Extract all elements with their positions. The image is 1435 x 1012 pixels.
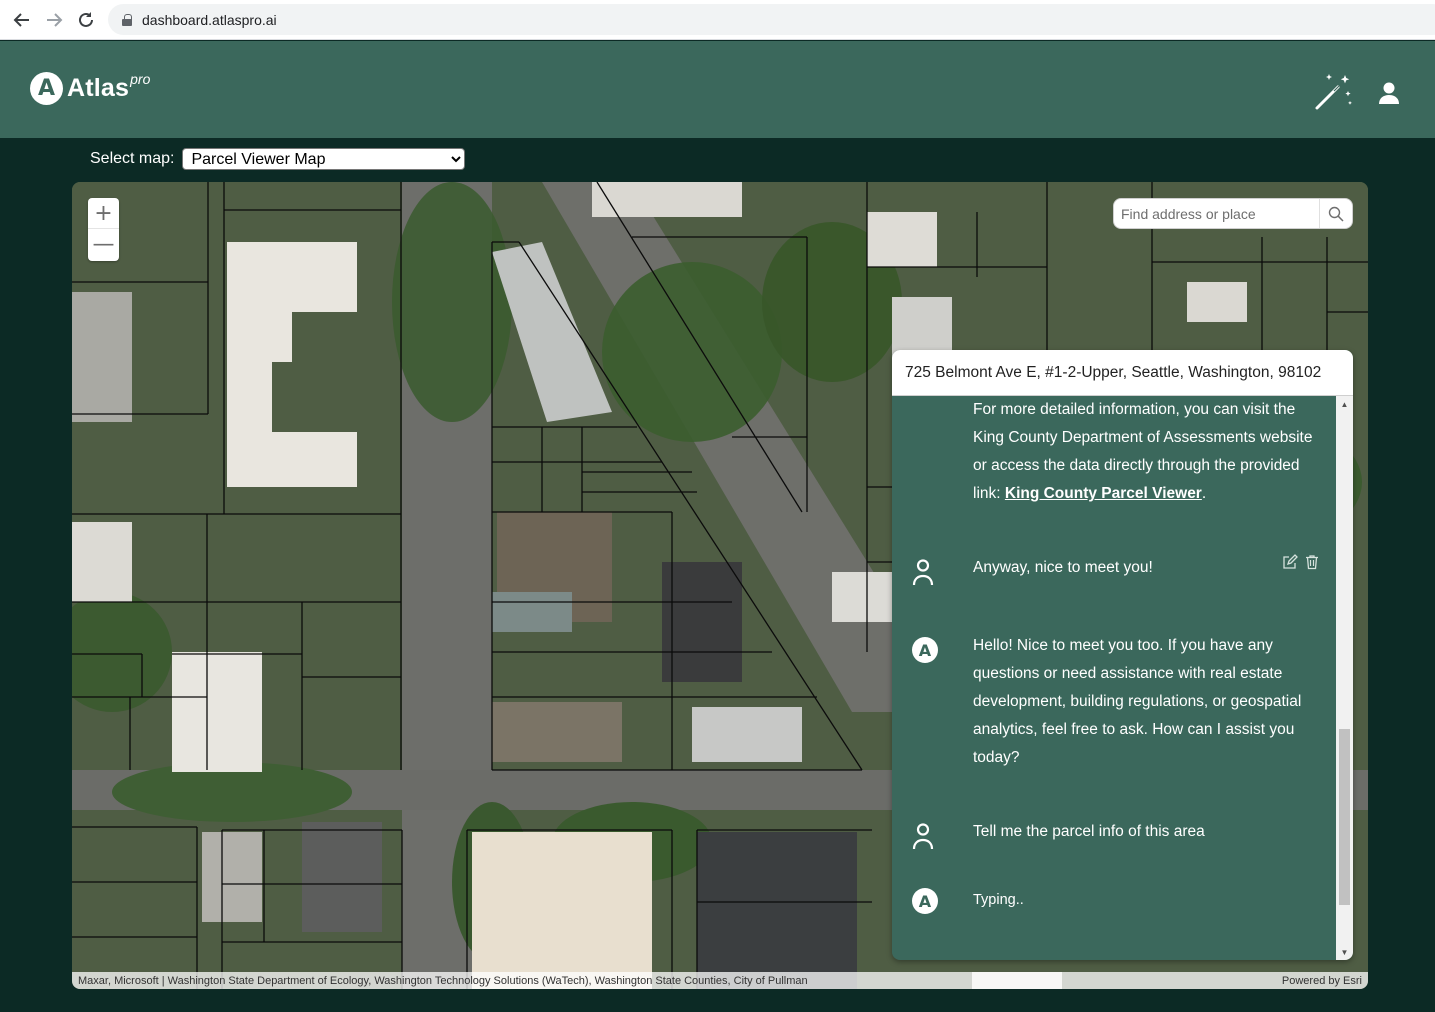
chat-panel-title: 725 Belmont Ave E, #1-2-Upper, Seattle, … (892, 350, 1353, 396)
user-avatar-icon (912, 558, 934, 586)
bot-avatar-icon: A (912, 888, 938, 914)
chat-message-assistant: A Typing.. (892, 886, 1336, 926)
message-suffix: . (1201, 485, 1207, 502)
zoom-in-button[interactable]: + (88, 198, 119, 229)
lock-icon (122, 13, 132, 26)
user-avatar-icon (912, 822, 934, 850)
map-select-dropdown[interactable]: Parcel Viewer Map (182, 148, 466, 170)
bot-avatar-icon: A (912, 637, 938, 663)
logo-superscript: pro (130, 70, 151, 87)
logo-text: Atlas (67, 74, 130, 102)
search-icon[interactable] (1319, 199, 1351, 228)
url-text: dashboard.atlaspro.ai (142, 11, 277, 28)
typing-indicator: Typing.. (973, 892, 1024, 908)
select-map-label: Select map: (90, 150, 175, 167)
logo[interactable]: A Atlas pro (30, 70, 151, 105)
magic-wand-icon[interactable] (1312, 71, 1354, 113)
message-text: Anyway, nice to meet you! (973, 559, 1153, 576)
map-search (1113, 198, 1353, 229)
app-header: A Atlas pro (0, 41, 1435, 138)
message-text: Hello! Nice to meet you too. If you have… (973, 637, 1302, 766)
scroll-thumb[interactable] (1339, 729, 1350, 905)
message-text: Tell me the parcel info of this area (973, 823, 1205, 840)
back-arrow-icon[interactable] (10, 8, 34, 32)
trash-icon[interactable] (1304, 554, 1320, 575)
reload-icon[interactable] (74, 8, 98, 32)
browser-toolbar: dashboard.atlaspro.ai (0, 0, 1435, 40)
message-actions (1282, 554, 1320, 575)
chat-message-user: Anyway, nice to meet you! (892, 554, 1336, 594)
king-county-link[interactable]: King County Parcel Viewer (1005, 485, 1202, 502)
address-bar[interactable]: dashboard.atlaspro.ai (108, 4, 1435, 35)
edit-icon[interactable] (1282, 554, 1298, 575)
map-selector: Select map: Parcel Viewer Map (90, 148, 466, 170)
chat-message-assistant: A Hello! Nice to meet you too. If you ha… (892, 632, 1336, 782)
scroll-down-arrow-icon[interactable]: ▼ (1336, 944, 1353, 960)
chat-scrollbar[interactable]: ▲ ▼ (1336, 396, 1353, 960)
powered-by-esri[interactable]: Powered by Esri (1282, 975, 1362, 987)
forward-arrow-icon[interactable] (42, 8, 66, 32)
attribution-text[interactable]: Maxar, Microsoft | Washington State Depa… (78, 975, 808, 987)
logo-mark-icon: A (30, 72, 63, 105)
zoom-out-button[interactable]: — (88, 229, 119, 260)
message-text: For more detailed information, you can v… (973, 396, 1313, 508)
chat-message-user: Tell me the parcel info of this area (892, 818, 1336, 858)
chat-message-list[interactable]: For more detailed information, you can v… (892, 396, 1336, 960)
search-input[interactable] (1114, 199, 1319, 228)
scroll-up-arrow-icon[interactable]: ▲ (1336, 396, 1353, 412)
map-attribution: Maxar, Microsoft | Washington State Depa… (72, 972, 1368, 989)
user-icon[interactable] (1374, 79, 1404, 109)
chat-panel: 725 Belmont Ave E, #1-2-Upper, Seattle, … (892, 350, 1353, 960)
zoom-control: + — (88, 198, 119, 261)
